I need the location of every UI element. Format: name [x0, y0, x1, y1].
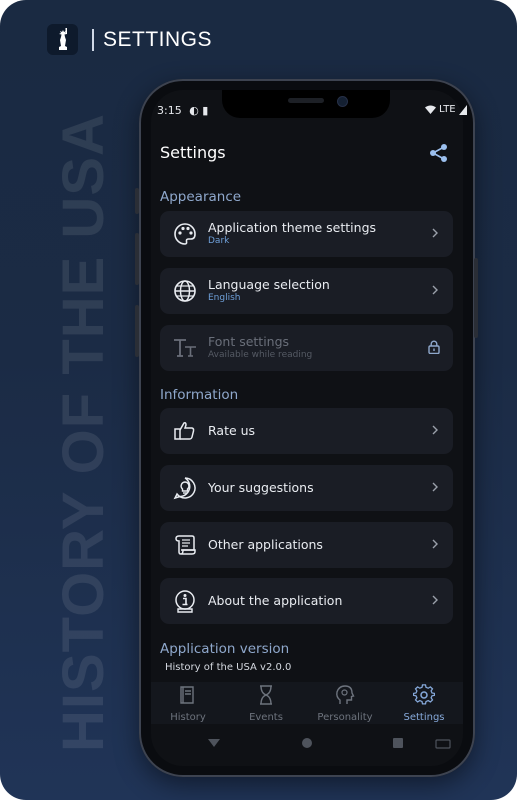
suggestion-icon [173, 477, 196, 500]
chevron-right-icon [432, 482, 438, 492]
statue-of-liberty-logo [47, 24, 78, 55]
font-settings-label: Font settings [208, 334, 290, 349]
nav-events[interactable]: Events [229, 684, 303, 723]
hourglass-icon [260, 685, 272, 705]
network-label: LTE [439, 104, 456, 115]
globe-icon [174, 280, 196, 302]
brand-divider [92, 28, 94, 51]
theme-value: Dark [208, 236, 230, 246]
language-value: English [208, 293, 241, 303]
phone-button [135, 305, 139, 357]
scroll-icon [175, 535, 196, 555]
nav-events-label: Events [249, 712, 283, 723]
info-icon [175, 590, 195, 613]
phone-button [474, 258, 478, 338]
nav-history[interactable]: History [151, 684, 225, 723]
recents-icon [393, 738, 403, 748]
brand-header: SETTINGS [47, 24, 212, 55]
other-apps-item[interactable]: Other applications [160, 522, 453, 568]
suggestions-label: Your suggestions [208, 480, 314, 495]
system-nav-icons [208, 738, 451, 749]
rate-us-item[interactable]: Rate us [160, 408, 453, 454]
back-icon [208, 739, 220, 747]
language-selection-label: Language selection [208, 277, 330, 292]
share-button[interactable] [429, 143, 449, 167]
version-text: History of the USA v2.0.0 [165, 662, 292, 673]
vertical-app-name: HISTORY OF THE USA [51, 113, 116, 752]
keyboard-icon [435, 739, 451, 749]
system-navigation [151, 726, 463, 764]
share-icon [430, 144, 447, 162]
chevron-right-icon [432, 228, 438, 238]
signal-icon [458, 104, 467, 115]
phone-notch [222, 90, 390, 118]
speaker [288, 98, 324, 103]
theme-settings-item[interactable]: Application theme settings Dark [160, 211, 453, 257]
nav-history-label: History [170, 712, 206, 723]
wifi-icon [425, 105, 436, 114]
language-selection-item[interactable]: Language selection English [160, 268, 453, 314]
head-icon [336, 685, 355, 704]
chevron-right-icon [432, 425, 438, 435]
chevron-right-icon [432, 539, 438, 549]
status-icons: ◐ ▮ [189, 104, 209, 117]
about-label: About the application [208, 593, 343, 608]
other-apps-label: Other applications [208, 537, 323, 552]
theme-settings-label: Application theme settings [208, 220, 377, 235]
settings-title: Settings [160, 143, 226, 162]
bottom-navigation: History Events Personality Settings [151, 682, 463, 724]
phone-button [135, 188, 139, 214]
status-icons-right: LTE [425, 104, 467, 115]
rate-icon [174, 422, 195, 440]
status-time: 3:15 ◐ ▮ [157, 104, 209, 117]
camera [337, 96, 348, 107]
font-icon [174, 339, 196, 357]
font-settings-note: Available while reading [208, 350, 313, 360]
gear-icon [412, 684, 436, 705]
suggestions-item[interactable]: Your suggestions [160, 465, 453, 511]
about-item[interactable]: About the application [160, 578, 453, 624]
font-settings-item[interactable]: Font settings Available while reading [160, 325, 453, 371]
section-version: Application version [160, 641, 290, 657]
section-information: Information [160, 387, 239, 403]
chevron-right-icon [432, 595, 438, 605]
home-icon [302, 738, 312, 748]
rate-us-label: Rate us [208, 423, 256, 438]
nav-personality[interactable]: Personality [308, 684, 382, 723]
palette-icon [174, 223, 196, 245]
nav-settings[interactable]: Settings [387, 684, 461, 723]
phone-button [135, 233, 139, 285]
nav-settings-label: Settings [403, 712, 445, 723]
book-icon [180, 686, 194, 704]
chevron-right-icon [432, 285, 438, 295]
page-title: SETTINGS [103, 27, 213, 51]
lock-icon [428, 340, 440, 354]
section-appearance: Appearance [160, 189, 242, 205]
nav-personality-label: Personality [317, 712, 373, 723]
